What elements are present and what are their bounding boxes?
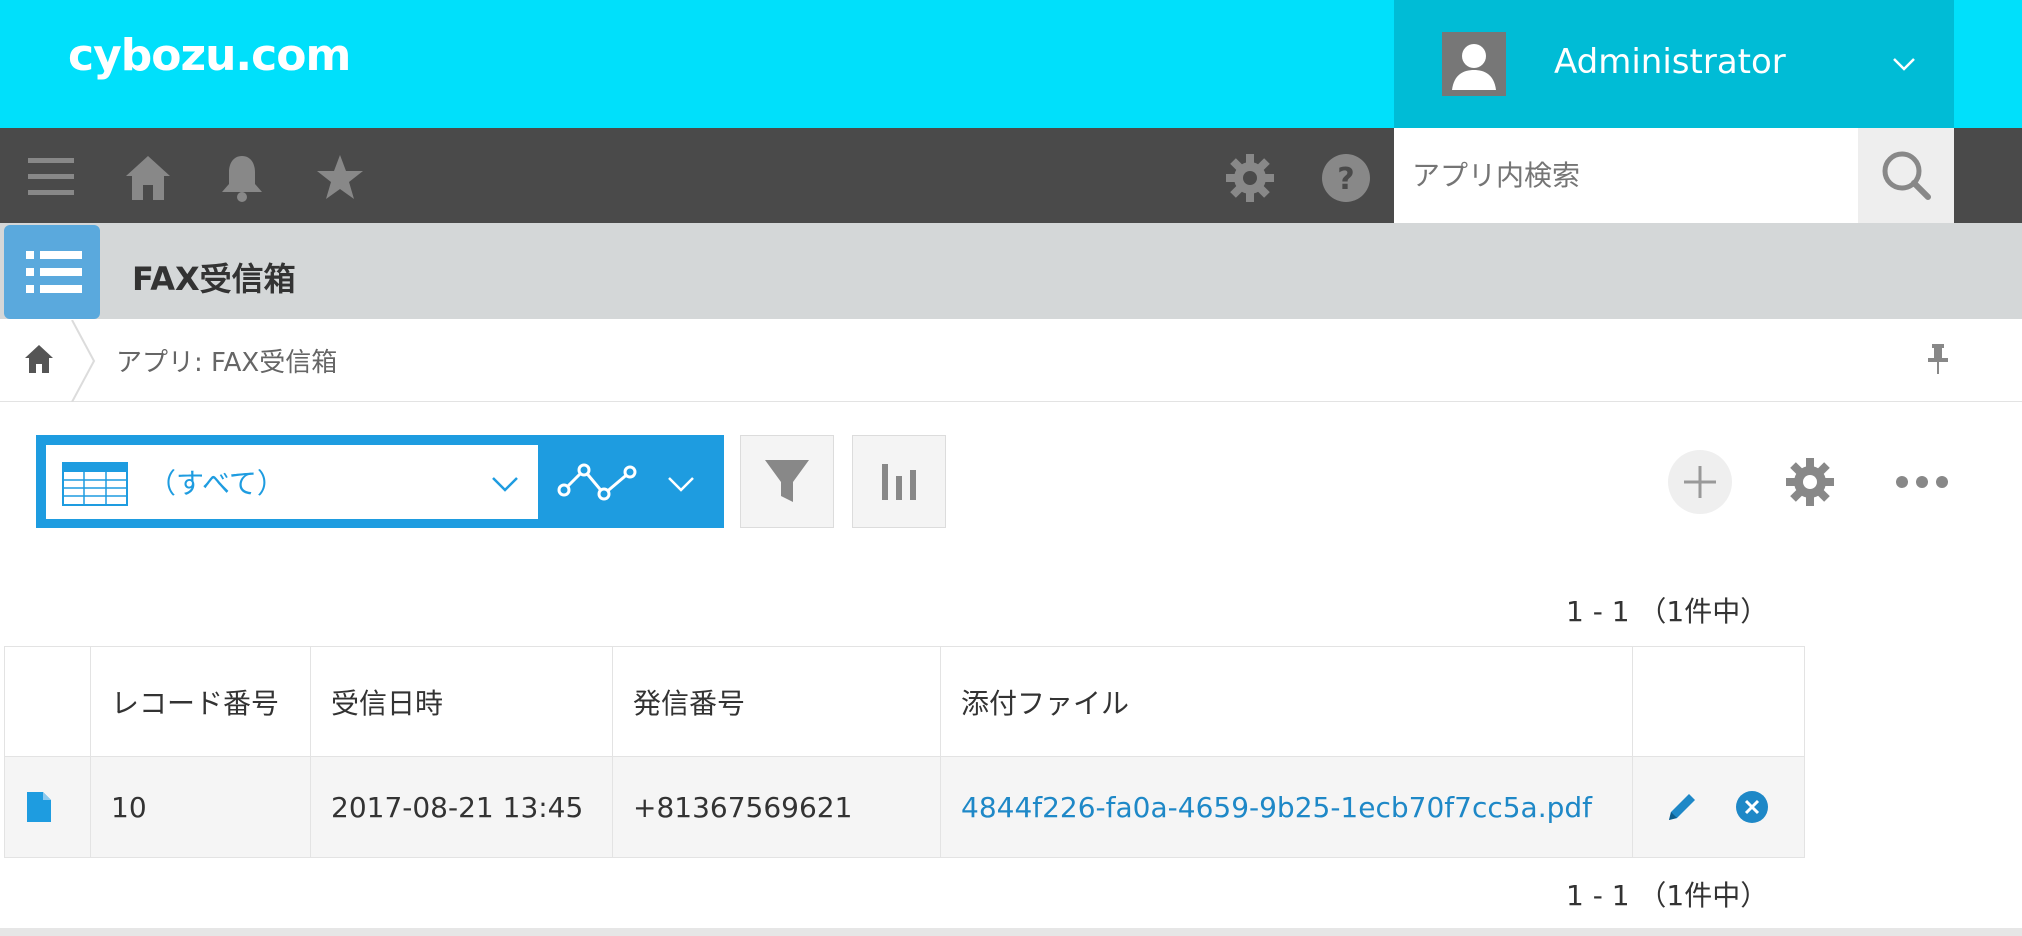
pin-icon[interactable] (1924, 342, 1952, 376)
records-table: レコード番号 受信日時 発信番号 添付ファイル 10 2017-08-21 13… (4, 646, 1805, 858)
breadcrumb-home-icon[interactable] (22, 342, 56, 376)
page-bottom-edge (0, 928, 2022, 936)
column-header-sender-number[interactable]: 発信番号 (612, 646, 941, 757)
app-title: FAX受信箱 (132, 260, 296, 298)
document-icon[interactable] (25, 790, 53, 824)
graph-icon[interactable] (556, 460, 640, 506)
chevron-down-icon (490, 470, 520, 496)
table-header-row: レコード番号 受信日時 発信番号 添付ファイル (4, 646, 1805, 757)
table-view-icon (62, 462, 128, 506)
app-title-bar (0, 223, 2022, 319)
received-at-cell: 2017-08-21 13:45 (310, 756, 613, 858)
svg-text:?: ? (1337, 162, 1354, 197)
delete-record-icon[interactable] (1735, 790, 1769, 824)
global-nav (0, 128, 1394, 223)
table-row: 10 2017-08-21 13:45 +81367569621 4844f22… (4, 756, 1805, 858)
graph-button[interactable] (852, 435, 946, 528)
app-search-input[interactable] (1394, 128, 1858, 223)
cybozu-logo[interactable]: cybozu.com (68, 30, 351, 81)
gear-icon[interactable] (1224, 152, 1276, 204)
detail-column-header (4, 646, 91, 757)
more-options-icon[interactable] (1894, 470, 1950, 494)
bell-icon[interactable] (216, 152, 268, 204)
user-name: Administrator (1554, 42, 1786, 82)
star-icon[interactable] (314, 152, 366, 204)
actions-column-header (1632, 646, 1805, 757)
edit-pencil-icon[interactable] (1665, 790, 1699, 824)
bar-chart-icon (882, 464, 916, 500)
filter-button[interactable] (740, 435, 834, 528)
breadcrumb-app-link[interactable]: アプリ: FAX受信箱 (116, 342, 337, 379)
list-app-icon (4, 225, 100, 319)
chevron-down-icon (1890, 50, 1918, 78)
attachment-link[interactable]: 4844f226-fa0a-4659-9b25-1ecb70f7cc5a.pdf (961, 791, 1592, 824)
record-detail-cell (4, 756, 91, 858)
plus-icon (1668, 450, 1732, 514)
graph-chevron-down-icon[interactable] (666, 470, 696, 496)
row-actions-cell (1632, 756, 1805, 858)
home-icon[interactable] (122, 152, 174, 204)
search-button[interactable] (1858, 128, 1954, 223)
app-settings-gear-icon[interactable] (1784, 456, 1836, 508)
column-header-record-number[interactable]: レコード番号 (90, 646, 311, 757)
funnel-icon (765, 460, 809, 502)
user-avatar-icon (1442, 32, 1506, 96)
attachment-cell: 4844f226-fa0a-4659-9b25-1ecb70f7cc5a.pdf (940, 756, 1633, 858)
column-header-attachment[interactable]: 添付ファイル (940, 646, 1633, 757)
nav-edge (1954, 128, 2022, 223)
view-select-label: （すべて） (148, 467, 285, 500)
breadcrumb-separator (70, 320, 100, 402)
user-menu[interactable]: Administrator (1394, 0, 1954, 128)
menu-icon[interactable] (26, 152, 76, 202)
column-header-received-at[interactable]: 受信日時 (310, 646, 613, 757)
pagination-info-top: 1 - 1 （1件中） (1566, 595, 1769, 628)
sender-number-cell: +81367569621 (612, 756, 941, 858)
add-record-button[interactable] (1666, 448, 1734, 516)
help-icon[interactable]: ? (1320, 152, 1372, 204)
pagination-info-bottom: 1 - 1 （1件中） (1566, 879, 1769, 912)
record-number-cell: 10 (90, 756, 311, 858)
